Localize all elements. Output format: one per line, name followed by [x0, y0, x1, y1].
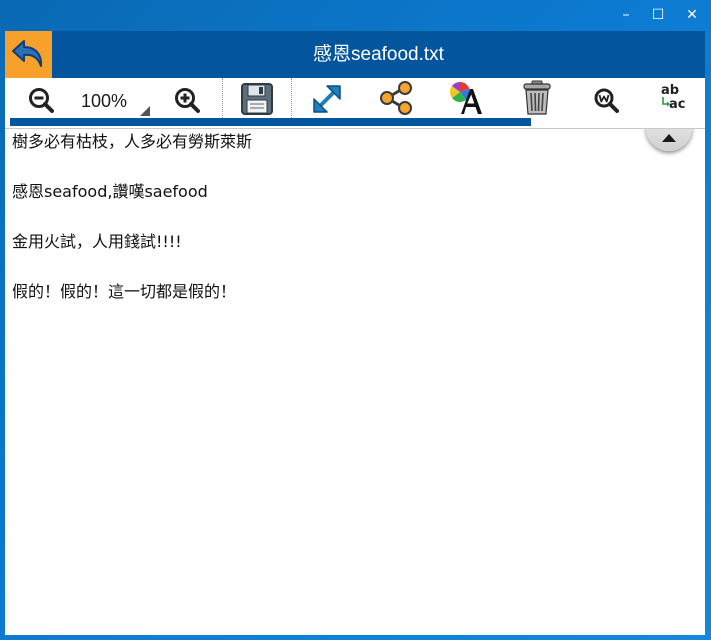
maximize-icon[interactable]: ☐: [643, 4, 673, 26]
back-button[interactable]: [5, 31, 52, 78]
font-color-button[interactable]: [449, 78, 485, 120]
document-text[interactable]: 樹多必有枯枝，人多必有勞斯萊斯 感恩seafood,讚嘆saefood 金用火試…: [12, 129, 692, 304]
zoom-in-icon: [175, 88, 200, 113]
scroll-up-arrow-icon: [662, 134, 676, 142]
spellcheck-top-text: ab: [661, 83, 679, 98]
share-icon: [380, 81, 412, 115]
editor-panel: 感恩seafood.txt 100% ab ac 樹多必有枯枝，人多必有勞斯萊斯…: [5, 31, 705, 635]
delete-button[interactable]: [522, 78, 552, 120]
text-line: 樹多必有枯枝，人多必有勞斯萊斯: [12, 132, 253, 151]
progress-bar: [10, 118, 531, 126]
zoom-dropdown-caret[interactable]: [140, 106, 150, 116]
spellcheck-button[interactable]: ab ac: [657, 78, 691, 120]
text-editor[interactable]: 樹多必有枯枝，人多必有勞斯萊斯 感恩seafood,讚嘆saefood 金用火試…: [5, 129, 705, 635]
zoom-level[interactable]: 100%: [73, 78, 135, 120]
zoom-in-button[interactable]: [173, 78, 203, 120]
text-line: 金用火試，人用錢試!!!!: [12, 232, 182, 251]
fullscreen-icon: [313, 85, 341, 113]
font-color-icon: [450, 82, 482, 114]
word-search-icon: [594, 88, 619, 113]
header-bar: 感恩seafood.txt: [5, 31, 705, 78]
close-icon[interactable]: ✕: [677, 4, 707, 26]
zoom-out-icon: [29, 88, 54, 113]
text-line: 感恩seafood,讚嘆saefood: [12, 182, 208, 201]
page-title: 感恩seafood.txt: [313, 44, 444, 65]
fullscreen-button[interactable]: [310, 78, 344, 120]
word-search-button[interactable]: [593, 78, 621, 120]
share-button[interactable]: [379, 78, 413, 120]
save-button[interactable]: [222, 78, 292, 118]
minimize-icon[interactable]: –: [611, 4, 641, 26]
text-line: 假的！假的！這一切都是假的！: [12, 282, 237, 301]
zoom-out-button[interactable]: [27, 78, 57, 120]
text-line: [12, 154, 692, 179]
toolbar: 100% ab ac: [5, 78, 705, 129]
save-icon: [241, 83, 273, 115]
back-arrow-icon: [12, 40, 43, 67]
trash-icon: [523, 80, 551, 115]
text-line: [12, 254, 692, 279]
app-window: – ☐ ✕ 感恩seafood.txt 100% ab ac 樹多必有枯枝，人多…: [0, 0, 711, 640]
spellcheck-bottom-text: ac: [669, 97, 685, 112]
spellcheck-icon: ab ac: [661, 83, 685, 112]
text-line: [12, 204, 692, 229]
